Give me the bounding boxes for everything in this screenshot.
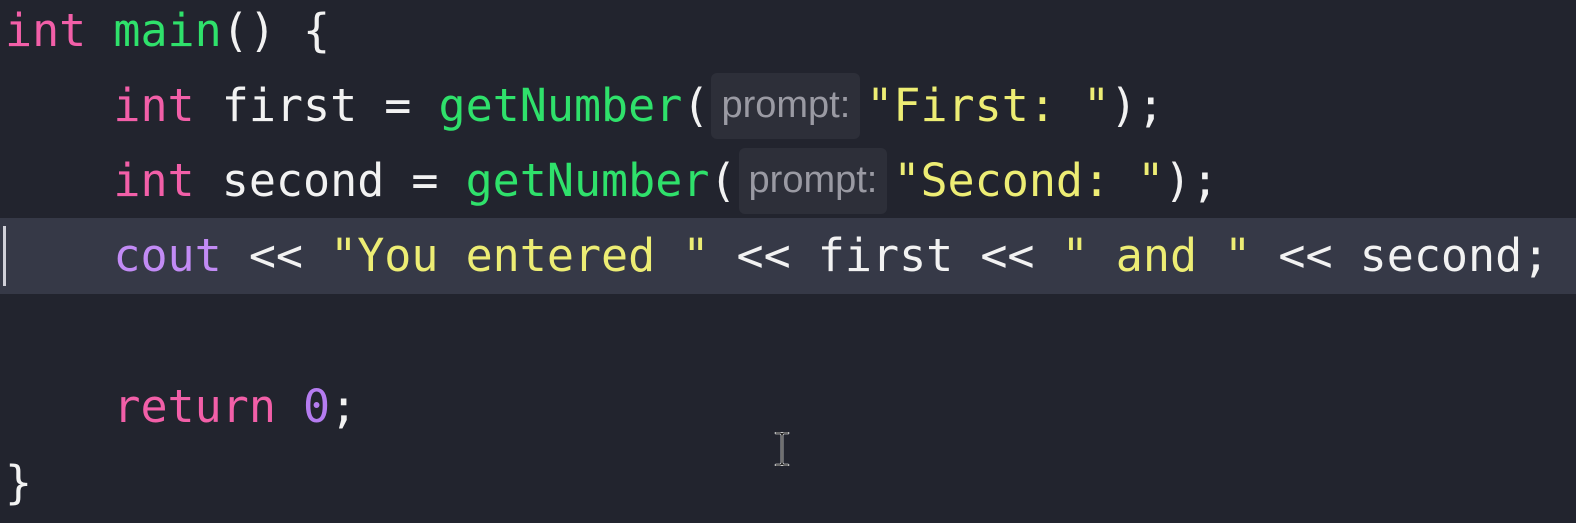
code-token: first = bbox=[194, 79, 439, 132]
parameter-hint: prompt: bbox=[711, 73, 861, 139]
code-token: getNumber bbox=[438, 79, 683, 132]
code-token: main bbox=[113, 4, 222, 57]
code-token: cout bbox=[113, 229, 222, 282]
code-token: "Second: " bbox=[893, 154, 1165, 207]
code-text: int second = getNumber(prompt: "Second: "… bbox=[5, 143, 1218, 219]
code-token: 0 bbox=[303, 380, 331, 433]
code-text: return 0; bbox=[5, 369, 357, 445]
code-line[interactable]: int second = getNumber(prompt: "Second: "… bbox=[0, 143, 1576, 219]
code-token: ( bbox=[682, 79, 710, 132]
code-token: int bbox=[113, 79, 195, 132]
code-text: } bbox=[5, 445, 32, 521]
code-token: ; bbox=[330, 380, 358, 433]
text-cursor-icon bbox=[774, 432, 790, 466]
code-token: "You entered " bbox=[330, 229, 710, 282]
parameter-hint: prompt: bbox=[738, 148, 888, 214]
code-token: return bbox=[113, 380, 276, 433]
code-line[interactable] bbox=[0, 294, 1576, 370]
code-text: int main() { bbox=[5, 0, 330, 69]
code-token: getNumber bbox=[465, 154, 710, 207]
code-token: << second; bbox=[1251, 229, 1550, 282]
code-token: " and " bbox=[1061, 229, 1252, 282]
code-token: int bbox=[5, 4, 87, 57]
code-token: ); bbox=[1164, 154, 1219, 207]
code-text: int first = getNumber(prompt: "First: "); bbox=[5, 68, 1164, 144]
code-token: second = bbox=[194, 154, 466, 207]
code-line[interactable]: int main() { bbox=[0, 0, 1576, 69]
code-token: int bbox=[113, 154, 195, 207]
code-token: () { bbox=[221, 4, 331, 57]
code-text: cout << "You entered " << first << " and… bbox=[5, 218, 1549, 294]
code-token: ); bbox=[1110, 79, 1165, 132]
code-token: "First: " bbox=[866, 79, 1111, 132]
code-token: << first << bbox=[709, 229, 1062, 282]
code-token: } bbox=[5, 456, 33, 509]
code-line[interactable]: int first = getNumber(prompt: "First: "); bbox=[0, 68, 1576, 144]
code-token: << bbox=[221, 229, 331, 282]
code-line-current[interactable]: cout << "You entered " << first << " and… bbox=[0, 218, 1576, 294]
code-token: ( bbox=[709, 154, 737, 207]
